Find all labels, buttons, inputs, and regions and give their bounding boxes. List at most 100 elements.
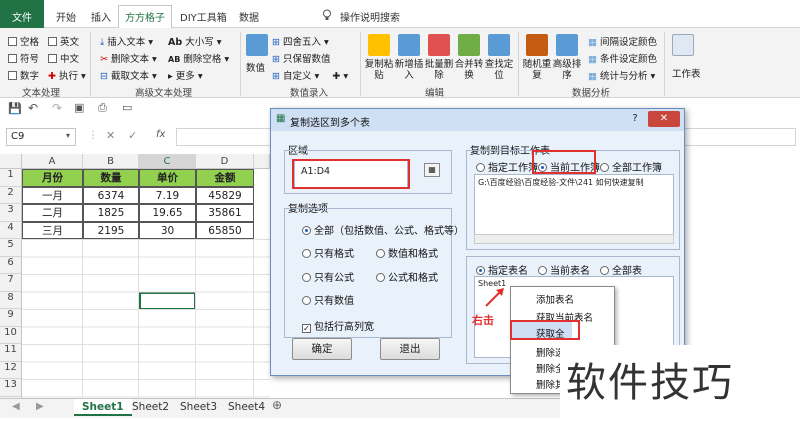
cell-a4[interactable]: 三月 — [22, 221, 83, 239]
stats-analysis-button[interactable]: ▦ 统计与分析 ▾ — [588, 68, 655, 82]
cell-a2[interactable]: 一月 — [22, 186, 83, 204]
checkbox-space[interactable]: 空格 — [8, 34, 39, 48]
row-header[interactable]: 5 — [0, 239, 22, 257]
extract-text-button[interactable]: ⊟ 截取文本 ▾ — [100, 68, 157, 82]
checkbox-chinese[interactable]: 中文 — [48, 51, 79, 65]
tab-diy[interactable]: DIY工具箱 — [174, 6, 233, 27]
worksheet-button[interactable]: 工作表 — [672, 66, 701, 80]
row-header[interactable]: 2 — [0, 186, 22, 204]
advanced-sort-button[interactable]: 高级排序 — [552, 59, 582, 81]
execute-button[interactable]: ✚ 执行 ▾ — [48, 68, 86, 82]
row-header[interactable]: 13 — [0, 379, 22, 397]
col-header-c[interactable]: C — [139, 154, 196, 169]
workbook-list-hscroll[interactable] — [474, 234, 674, 244]
cell-d2[interactable]: 45829 — [196, 186, 254, 204]
close-button[interactable]: ✕ — [648, 111, 680, 127]
cell-b2[interactable]: 6374 — [83, 186, 139, 204]
round-button[interactable]: ⊞ 四舍五入 ▾ — [272, 34, 329, 48]
condition-color-button[interactable]: ▦ 条件设定颜色 — [588, 51, 657, 65]
cell-b4[interactable]: 2195 — [83, 221, 139, 239]
option-format-only[interactable]: 只有格式 — [302, 245, 354, 260]
row-header[interactable]: 12 — [0, 361, 22, 379]
print-icon[interactable]: ⎙ — [98, 101, 107, 115]
batch-delete-button[interactable]: 批量删除 — [424, 59, 454, 81]
option-formula-format[interactable]: 公式和格式 — [376, 269, 438, 284]
sheet-tab-1[interactable]: Sheet1 — [74, 399, 132, 416]
cell-d1[interactable]: 金额 — [196, 169, 254, 187]
row-header[interactable]: 6 — [0, 256, 22, 274]
col-header-d[interactable]: D — [196, 154, 254, 169]
row-header[interactable]: 8 — [0, 291, 22, 309]
help-button[interactable]: ? — [625, 111, 645, 127]
sheet-tab-2[interactable]: Sheet2 — [124, 399, 177, 416]
radio-all-sheets[interactable]: 全部表 — [600, 262, 642, 277]
cell-d3[interactable]: 35861 — [196, 204, 254, 222]
new-icon[interactable]: ▭ — [122, 101, 132, 114]
insert-text-button[interactable]: ⤓ 插入文本 ▾ — [100, 34, 153, 48]
range-picker-icon[interactable]: ▦ — [424, 163, 440, 177]
cell-a3[interactable]: 二月 — [22, 204, 83, 222]
sheet-tab-4[interactable]: Sheet4 — [220, 399, 273, 416]
interval-color-button[interactable]: ▦ 间隔设定颜色 — [588, 34, 657, 48]
tell-me-search[interactable]: 操作说明搜索 — [334, 6, 406, 27]
radio-specified-sheet[interactable]: 指定表名 — [476, 262, 528, 277]
cell-a1[interactable]: 月份 — [22, 169, 83, 187]
tab-home[interactable]: 开始 — [50, 6, 82, 27]
redo-icon[interactable]: ↷ — [52, 101, 62, 115]
row-header[interactable]: 1 — [0, 169, 22, 187]
checkbox-symbol[interactable]: 符号 — [8, 51, 39, 65]
add-sheet-icon[interactable]: ⊕ — [272, 398, 282, 412]
include-row-col-checkbox[interactable]: ✓ 包括行高列宽 — [302, 318, 374, 333]
enter-icon[interactable]: ✓ — [128, 129, 137, 142]
col-header-e[interactable] — [254, 154, 270, 169]
undo-icon[interactable]: ↶ — [28, 101, 38, 115]
radio-current-sheet[interactable]: 当前表名 — [538, 262, 590, 277]
cell-c3[interactable]: 19.65 — [139, 204, 196, 222]
custom-button[interactable]: ⊞ 自定义 ▾ ✚ ▾ — [272, 68, 348, 82]
col-header-b[interactable]: B — [83, 154, 139, 169]
exit-button[interactable]: 退出 — [380, 338, 440, 360]
menu-add-sheet-name[interactable]: 添加表名 — [536, 292, 574, 306]
case-button[interactable]: Ab 大小写 ▾ — [168, 34, 222, 48]
col-header-a[interactable]: A — [22, 154, 83, 169]
random-repeat-button[interactable]: 随机重复 — [522, 59, 552, 81]
tab-fangfang[interactable]: 方方格子 — [118, 5, 172, 29]
find-locate-button[interactable]: 查找定位 — [484, 59, 514, 81]
row-header[interactable]: 3 — [0, 204, 22, 222]
remove-space-button[interactable]: AB 删除空格 ▾ — [168, 51, 229, 65]
tab-insert[interactable]: 插入 — [85, 6, 117, 27]
tab-data[interactable]: 数据 — [233, 6, 265, 27]
keep-values-button[interactable]: ⊞ 只保留数值 — [272, 51, 331, 65]
select-all[interactable] — [0, 154, 22, 169]
row-header[interactable]: 10 — [0, 326, 22, 344]
preview-icon[interactable]: ▣ — [74, 101, 84, 114]
option-value-only[interactable]: 只有数值 — [302, 292, 354, 307]
prev-sheet-icon[interactable]: ◀ — [12, 401, 20, 412]
cell-c4[interactable]: 30 — [139, 221, 196, 239]
name-box-dropdown-icon[interactable]: ▾ — [66, 131, 70, 140]
cell-d4[interactable]: 65850 — [196, 221, 254, 239]
row-header[interactable]: 4 — [0, 221, 22, 239]
next-sheet-icon[interactable]: ▶ — [36, 401, 44, 412]
checkbox-english[interactable]: 英文 — [48, 34, 79, 48]
merge-convert-button[interactable]: 合并转换 — [454, 59, 484, 81]
row-header[interactable]: 9 — [0, 309, 22, 327]
option-formula-only[interactable]: 只有公式 — [302, 269, 354, 284]
cell-b1[interactable]: 数量 — [83, 169, 139, 187]
insert-new-button[interactable]: 新增插入 — [394, 59, 424, 81]
cell-c1[interactable]: 单价 — [139, 169, 196, 187]
sheet-tab-3[interactable]: Sheet3 — [172, 399, 225, 416]
ok-button[interactable]: 确定 — [292, 338, 352, 360]
fx-icon[interactable]: fx — [156, 129, 165, 140]
option-all[interactable]: 全部（包括数值、公式、格式等） — [302, 222, 464, 237]
radio-specified-workbook[interactable]: 指定工作簿 — [476, 159, 538, 174]
cancel-icon[interactable]: ✕ — [106, 129, 115, 142]
option-value-format[interactable]: 数值和格式 — [376, 245, 438, 260]
save-icon[interactable]: 💾 — [8, 102, 22, 115]
more-button[interactable]: ▸ 更多 ▾ — [168, 68, 203, 82]
cell-c2[interactable]: 7.19 — [139, 186, 196, 204]
number-button[interactable]: 数值 — [246, 60, 265, 74]
copy-paste-button[interactable]: 复制粘贴 — [364, 59, 394, 81]
row-header[interactable]: 11 — [0, 344, 22, 362]
delete-text-button[interactable]: ✂ 删除文本 ▾ — [100, 51, 157, 65]
